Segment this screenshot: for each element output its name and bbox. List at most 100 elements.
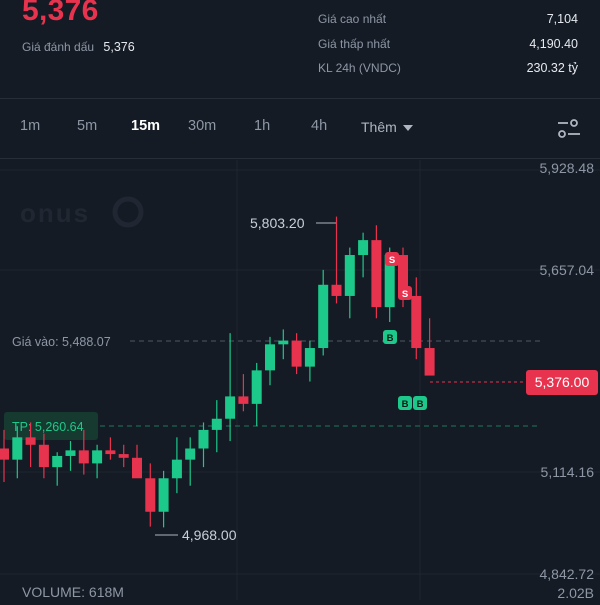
- candle-body: [238, 396, 249, 404]
- candle: [185, 437, 196, 486]
- onus-watermark: onus: [20, 196, 144, 228]
- interval-5m[interactable]: 5m: [77, 118, 97, 134]
- price-axis-label: 4,842.72: [540, 566, 595, 582]
- stats-panel: Giá cao nhất 7,104 Giá thấp nhất 4,190.4…: [318, 12, 578, 86]
- candle: [132, 444, 142, 479]
- candle-body: [185, 448, 196, 460]
- candle-body: [52, 455, 63, 468]
- candle: [251, 362, 262, 427]
- price-chart[interactable]: onus 5,928.48 5,657.04 5,114.16 4,842.72…: [0, 158, 600, 601]
- candle-body: [12, 437, 23, 460]
- high-annotation: 5,803.20: [250, 215, 336, 231]
- candle-body: [0, 448, 9, 460]
- candle: [198, 422, 209, 468]
- candle: [304, 340, 315, 382]
- stat-volume-value: 230.32 tỷ: [526, 61, 578, 75]
- candle: [291, 333, 302, 375]
- candle-body: [291, 340, 302, 367]
- stat-volume: KL 24h (VNDC) 230.32 tỷ: [318, 61, 578, 86]
- stat-volume-label: KL 24h (VNDC): [318, 61, 401, 75]
- candle-body: [371, 240, 382, 308]
- stat-high: Giá cao nhất 7,104: [318, 12, 578, 37]
- entry-price-label: Giá vào: 5,488.07: [12, 335, 111, 349]
- candle-body: [344, 255, 355, 296]
- candle: [265, 336, 275, 386]
- candle-body: [331, 284, 342, 296]
- candle-body: [105, 450, 116, 455]
- stat-low-value: 4,190.40: [529, 36, 578, 51]
- candle-body: [225, 396, 236, 419]
- mark-price-row: Giá đánh dấu 5,376: [22, 40, 135, 54]
- candle: [238, 374, 249, 412]
- candle-body: [411, 295, 422, 349]
- chevron-down-icon: [402, 125, 413, 132]
- watermark-logo-icon: [112, 196, 144, 228]
- candle-body: [424, 348, 435, 376]
- candle-body: [211, 418, 222, 430]
- mark-price-label: Giá đánh dấu: [22, 40, 95, 54]
- candle-body: [251, 370, 262, 404]
- candle-body: [304, 348, 315, 367]
- mark-price-value: 5,376: [103, 40, 135, 54]
- more-intervals-dropdown[interactable]: Thêm: [361, 119, 413, 135]
- sell-marker-label: S: [389, 255, 395, 266]
- interval-1h[interactable]: 1h: [254, 118, 270, 134]
- buy-marker-label: B: [387, 333, 394, 344]
- buy-marker-label: B: [402, 399, 409, 410]
- candle: [105, 437, 116, 460]
- indicator-settings-icon[interactable]: [556, 118, 582, 140]
- more-label: Thêm: [361, 119, 397, 135]
- candle: [65, 441, 76, 471]
- interval-15m[interactable]: 15m: [131, 118, 160, 134]
- candle: [92, 444, 103, 479]
- candle-body: [158, 478, 169, 512]
- stat-low-label: Giá thấp nhất: [318, 36, 391, 51]
- candle: [171, 437, 182, 494]
- candle-body: [132, 457, 142, 479]
- candle-body: [65, 450, 76, 456]
- candle-body: [318, 284, 329, 349]
- candlestick-chart[interactable]: onus 5,928.48 5,657.04 5,114.16 4,842.72…: [0, 158, 600, 601]
- interval-4h[interactable]: 4h: [311, 118, 327, 134]
- volume-axis-label: 2.02B: [557, 585, 594, 600]
- candle-body: [118, 454, 129, 458]
- candle: [211, 400, 222, 453]
- stat-high-label: Giá cao nhất: [318, 12, 387, 26]
- candle: [358, 232, 369, 278]
- candle-body: [92, 450, 103, 464]
- current-price-line: 5,376.00: [430, 370, 598, 395]
- candle: [158, 470, 169, 528]
- stat-low: Giá thấp nhất 4,190.40: [318, 37, 578, 62]
- price-axis-label: 5,657.04: [540, 262, 595, 278]
- candle: [331, 216, 342, 304]
- candle-body: [38, 444, 49, 468]
- ticker-header: 5,376 Giá đánh dấu 5,376 Giá cao nhất 7,…: [0, 0, 600, 98]
- candle-body: [265, 344, 275, 371]
- candles: [0, 216, 435, 528]
- interval-1m[interactable]: 1m: [20, 118, 40, 134]
- current-price-tag-label: 5,376.00: [535, 374, 590, 390]
- candle: [278, 329, 289, 360]
- candle: [225, 333, 236, 442]
- candle: [52, 452, 63, 486]
- header-divider: [0, 98, 600, 99]
- volume-label: VOLUME: 618M: [22, 584, 124, 600]
- stat-high-value: 7,104: [546, 12, 578, 26]
- sell-marker-label: S: [402, 289, 408, 300]
- buy-marker-label: B: [417, 399, 424, 410]
- high-price-annotation: 5,803.20: [250, 215, 305, 231]
- candle: [318, 269, 329, 356]
- candle-body: [171, 459, 182, 479]
- candle-body: [78, 450, 89, 464]
- volume-section: VOLUME: 618M 2.02B: [22, 584, 594, 601]
- price-axis-label: 5,928.48: [540, 160, 595, 176]
- candle: [145, 463, 156, 527]
- interval-30m[interactable]: 30m: [188, 118, 216, 134]
- take-profit-label: TP: 5,260.64: [12, 420, 84, 434]
- candle: [344, 247, 355, 319]
- low-annotation: 4,968.00: [155, 527, 237, 543]
- candle-body: [198, 429, 209, 449]
- price-axis-label: 5,114.16: [541, 464, 595, 480]
- entry-price-line: Giá vào: 5,488.07: [12, 335, 540, 349]
- watermark-text: onus: [20, 198, 90, 228]
